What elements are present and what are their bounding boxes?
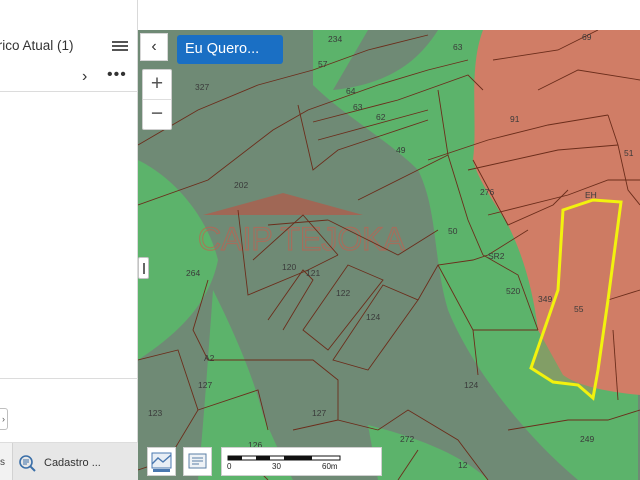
scale-label-end: 60m — [322, 462, 338, 471]
parcel-label: 55 — [574, 304, 584, 314]
app-window: trico Atual (1) › ••• › s Cadastro ... C… — [0, 0, 640, 480]
parcel-label: 91 — [510, 114, 520, 124]
side-panel: trico Atual (1) › ••• › s Cadastro ... — [0, 0, 138, 480]
tab-cadastro-label: Cadastro ... — [44, 457, 101, 469]
scale-bar: 0 30 60m — [221, 447, 382, 476]
parcel-label: 264 — [186, 268, 200, 278]
chevron-left-icon: ‹ — [151, 38, 157, 55]
zoom-in-button[interactable]: + — [143, 70, 171, 100]
tab-previous-stub[interactable]: s — [0, 457, 5, 468]
parcel-label: 63 — [353, 102, 363, 112]
parcel-label: A2 — [204, 353, 215, 363]
parcel-label: 69 — [582, 32, 592, 42]
tab-cadastro[interactable]: Cadastro ... — [12, 443, 138, 480]
parcel-label: 520 — [506, 286, 520, 296]
parcel-label: 63 — [453, 42, 463, 52]
parcel-label: 234 — [328, 34, 342, 44]
parcel-label: 122 — [336, 288, 350, 298]
parcel-label: 57 — [318, 59, 328, 69]
watermark-text: CAIP TEJOKA — [198, 221, 406, 257]
map-layer-button[interactable] — [183, 447, 212, 476]
collapse-panel-button[interactable]: ‹ — [140, 33, 168, 61]
legend-button[interactable] — [147, 447, 176, 476]
parcel-label: 49 — [396, 145, 406, 155]
parcel-label: 124 — [464, 380, 478, 390]
layers-icon — [188, 453, 207, 469]
more-dots-icon[interactable]: ••• — [107, 66, 127, 84]
parcel-label: 327 — [195, 82, 209, 92]
zoom-controls: + − — [142, 69, 172, 130]
panel-divider — [0, 378, 138, 379]
scale-label-start: 0 — [227, 462, 232, 471]
scale-label-mid: 30 — [272, 462, 281, 471]
parcel-label: 272 — [400, 434, 414, 444]
parcel-label: 124 — [366, 312, 380, 322]
parcel-label: 123 — [148, 408, 162, 418]
panel-toolbar: › ••• — [0, 64, 138, 92]
parcel-label: EH — [585, 190, 597, 200]
scale-ruler — [227, 455, 341, 461]
panel-edge-button[interactable]: › — [0, 408, 8, 430]
panel-content — [0, 92, 138, 378]
map-canvas[interactable]: CAIP TEJOKA 234 63 57 327 64 63 62 49 91… — [138, 30, 640, 480]
tab-strip: s Cadastro ... — [0, 442, 138, 480]
parcel-label: 12 — [458, 460, 468, 470]
hamburger-icon[interactable] — [112, 41, 128, 53]
parcel-label: 62 — [376, 112, 386, 122]
panel-header: trico Atual (1) — [0, 30, 138, 62]
parcel-label: 120 — [282, 262, 296, 272]
panel-title: trico Atual (1) — [0, 38, 74, 53]
map-view[interactable]: CAIP TEJOKA 234 63 57 327 64 63 62 49 91… — [138, 30, 640, 480]
parcel-label: 50 — [448, 226, 458, 236]
chevron-right-icon[interactable]: › — [82, 68, 87, 86]
parcel-label: 276 — [480, 187, 494, 197]
parcel-label: 127 — [312, 408, 326, 418]
eu-quero-button[interactable]: Eu Quero... — [177, 35, 283, 64]
parcel-label: 51 — [624, 148, 634, 158]
zoom-out-button[interactable]: − — [143, 100, 171, 130]
legend-icon — [151, 452, 172, 472]
parcel-label: 249 — [580, 434, 594, 444]
parcel-label: 64 — [346, 86, 356, 96]
parcel-label: 121 — [306, 268, 320, 278]
panel-resize-handle[interactable] — [138, 257, 149, 279]
parcel-label: 202 — [234, 180, 248, 190]
parcel-label: 127 — [198, 380, 212, 390]
parcel-label: SR2 — [488, 251, 505, 261]
parcel-label: 349 — [538, 294, 552, 304]
search-list-icon — [19, 455, 36, 472]
